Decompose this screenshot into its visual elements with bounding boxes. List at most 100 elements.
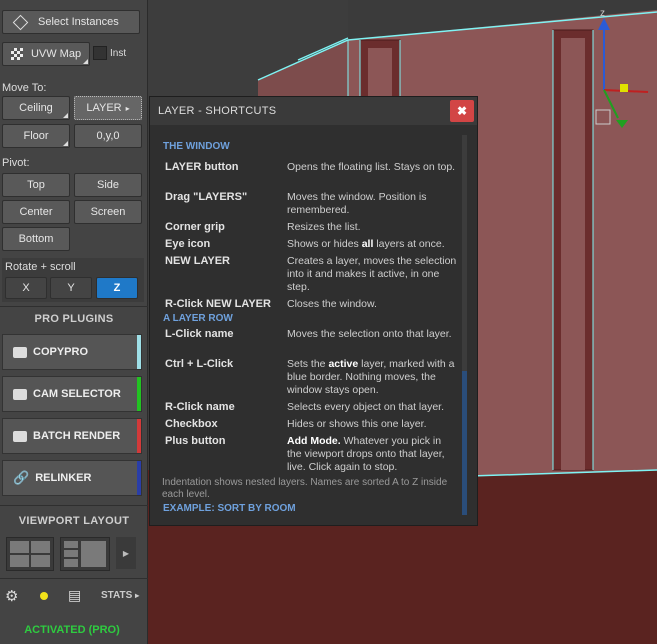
settings-gear-icon[interactable]: ⚙	[5, 587, 18, 605]
layout-more-button[interactable]: ▶	[116, 537, 136, 569]
cam-selector-color-bar	[137, 377, 141, 411]
cam-selector-button[interactable]: CAM SELECTOR	[2, 376, 142, 412]
popup-title: LAYER - SHORTCUTS	[158, 105, 277, 117]
batch-render-button[interactable]: BATCH RENDER	[2, 418, 142, 454]
shortcut-key: Corner grip	[165, 221, 225, 233]
active-dot-icon	[40, 592, 48, 600]
shortcut-desc: Resizes the list.	[287, 221, 361, 233]
render-icon	[13, 430, 27, 442]
viewport-layout-title: VIEWPORT LAYOUT	[18, 515, 130, 527]
layout-quad-button[interactable]	[6, 537, 54, 571]
shortcut-desc: Shows or hides all layers at once.	[287, 238, 445, 250]
diamond-icon	[12, 14, 29, 30]
pivot-bottom-button[interactable]: Bottom	[2, 227, 70, 251]
axis-x-label: X	[22, 282, 30, 294]
camera-icon	[13, 388, 27, 400]
copypro-icon	[13, 346, 27, 358]
shortcut-key: L-Click name	[165, 328, 234, 340]
popup-scrollbar[interactable]	[462, 135, 467, 515]
shortcut-key: Checkbox	[165, 418, 218, 430]
pivot-screen-label: Screen	[90, 206, 126, 218]
zero-position-button[interactable]: 0,y,0	[74, 124, 142, 148]
stats-button[interactable]: STATS ▸	[101, 590, 139, 601]
axis-z-button[interactable]: Z	[96, 277, 138, 299]
pivot-screen-button[interactable]: Screen	[74, 200, 142, 224]
pivot-bottom-label: Bottom	[18, 233, 54, 245]
relinker-button[interactable]: 🔗 RELINKER	[2, 460, 142, 496]
shortcut-desc: Selects every object on that layer.	[287, 401, 445, 413]
scrollbar-thumb[interactable]	[462, 371, 467, 515]
caret-right-icon: ▸	[125, 103, 130, 113]
note-text: Indentation shows nested layers. Names a…	[162, 477, 448, 500]
shortcut-key: Eye icon	[165, 238, 211, 250]
section-window: THE WINDOW	[163, 141, 230, 152]
stats-label: STATS	[101, 590, 133, 601]
shortcut-key: Ctrl + L-Click	[165, 358, 234, 370]
floor-button[interactable]: Floor	[2, 124, 70, 148]
gizmo-z-label: z	[600, 8, 605, 19]
link-icon: 🔗	[13, 470, 30, 485]
copypro-color-bar	[137, 335, 141, 369]
pivot-top-button[interactable]: Top	[2, 173, 70, 197]
section-layer-row: A LAYER ROW	[163, 313, 233, 324]
pivot-side-button[interactable]: Side	[74, 173, 142, 197]
axis-x-button[interactable]: X	[5, 277, 47, 299]
caret-right-icon: ▸	[135, 591, 140, 600]
shortcut-desc: Opens the floating list. Stays on top.	[287, 161, 456, 173]
cam-selector-label: CAM SELECTOR	[33, 388, 121, 400]
shortcut-desc: Creates a layer, moves the selection int…	[287, 255, 457, 293]
layer-label: LAYER	[86, 102, 122, 114]
checker-icon	[10, 48, 23, 60]
inst-checkbox[interactable]	[93, 46, 107, 60]
pivot-center-button[interactable]: Center	[2, 200, 70, 224]
shortcut-key: NEW LAYER	[165, 255, 230, 267]
select-instances-button[interactable]: Select Instances	[2, 10, 140, 34]
ceiling-label: Ceiling	[19, 102, 53, 114]
popup-header[interactable]: LAYER - SHORTCUTS	[150, 97, 477, 125]
section-example: EXAMPLE: SORT BY ROOM	[163, 503, 296, 514]
batch-render-label: BATCH RENDER	[33, 430, 121, 442]
pivot-side-label: Side	[96, 179, 120, 191]
axis-y-button[interactable]: Y	[50, 277, 92, 299]
shortcut-key: Drag "LAYERS"	[165, 191, 248, 203]
move-to-label: Move To:	[2, 82, 47, 94]
shortcut-desc: Hides or shows this one layer.	[287, 418, 427, 430]
divider	[0, 505, 148, 506]
pivot-top-label: Top	[27, 179, 45, 191]
uvw-map-button[interactable]: UVW Map	[2, 42, 90, 66]
close-icon: ✖	[456, 104, 468, 118]
rotate-scroll-label: Rotate + scroll	[5, 261, 76, 273]
pro-plugins-title: PRO PLUGINS	[34, 313, 114, 325]
axis-z-label: Z	[113, 282, 121, 294]
shortcut-desc: Moves the selection onto that layer.	[287, 328, 452, 340]
pivot-center-label: Center	[19, 206, 53, 218]
shortcut-key: Plus button	[165, 435, 226, 447]
shortcut-key: R-Click name	[165, 401, 235, 413]
zero-position-label: 0,y,0	[96, 130, 120, 142]
ceiling-button[interactable]: Ceiling	[2, 96, 70, 120]
activated-status: ACTIVATED (PRO)	[24, 624, 120, 636]
divider	[0, 578, 148, 579]
batch-render-color-bar	[137, 419, 141, 453]
relinker-color-bar	[137, 461, 141, 495]
floor-label: Floor	[23, 130, 49, 142]
inst-label: Inst	[110, 48, 127, 59]
divider	[0, 306, 148, 307]
shortcut-key: R-Click NEW LAYER	[165, 298, 271, 310]
pivot-label: Pivot:	[2, 157, 30, 169]
shortcut-key: LAYER button	[165, 161, 239, 173]
close-button[interactable]: ✖	[450, 100, 474, 122]
copypro-button[interactable]: COPYPRO	[2, 334, 142, 370]
copypro-label: COPYPRO	[33, 346, 89, 358]
shortcut-desc: Closes the window.	[287, 298, 377, 310]
select-instances-label: Select Instances	[38, 16, 119, 28]
tool-panel: Select Instances UVW Map Inst Move To: C…	[0, 0, 148, 644]
uvw-map-label: UVW Map	[30, 48, 82, 60]
layout-split-button[interactable]	[60, 537, 110, 571]
shortcut-desc: Sets the active layer, marked with a blu…	[287, 358, 455, 396]
shortcut-desc: Moves the window. Position is remembered…	[287, 191, 427, 216]
relinker-label: RELINKER	[35, 472, 92, 484]
layer-button[interactable]: LAYER ▸	[74, 96, 142, 120]
layers-stack-icon[interactable]: ▤	[68, 587, 81, 604]
shortcut-desc: Add Mode. Whatever you pick in the viewp…	[287, 435, 445, 473]
